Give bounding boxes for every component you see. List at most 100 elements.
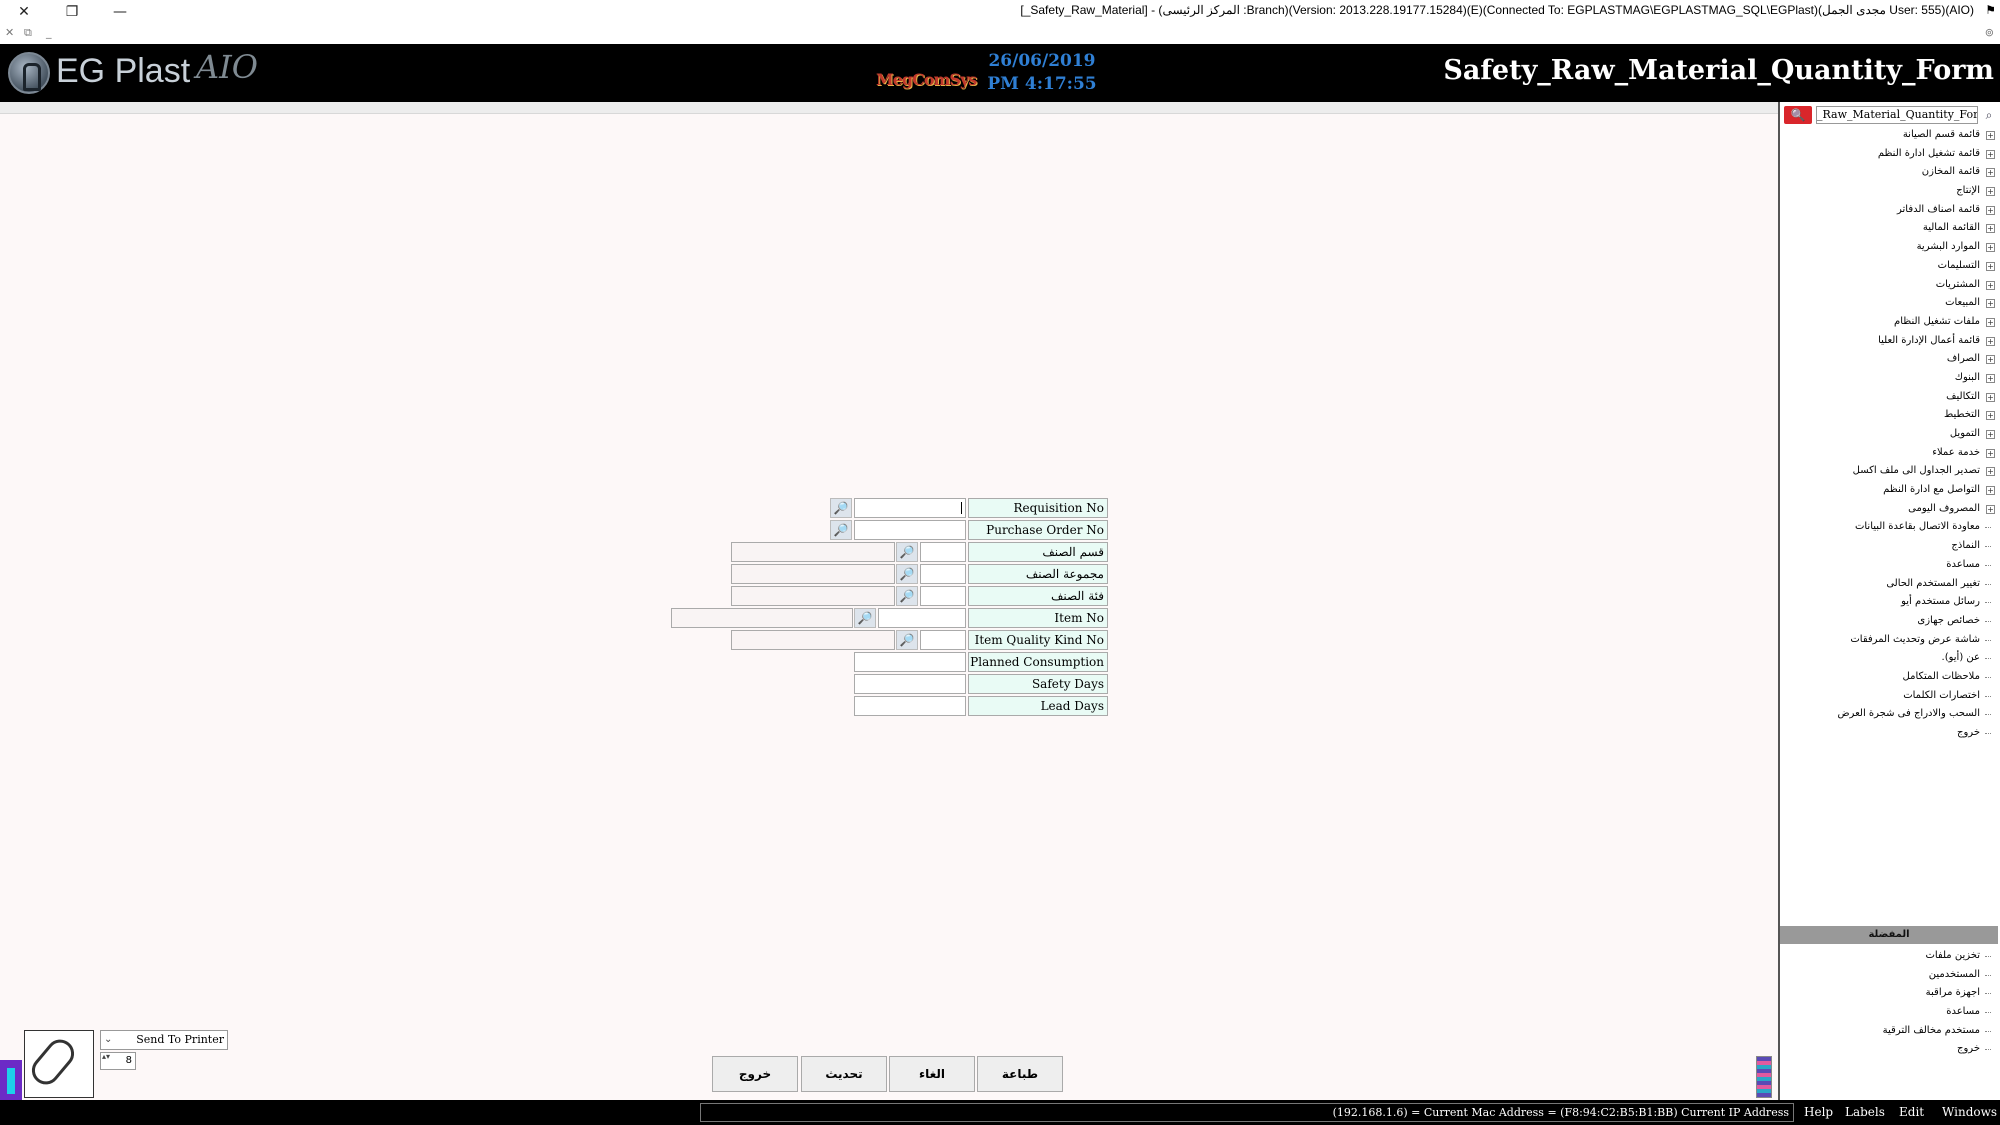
expand-icon[interactable]: +: [1986, 373, 1995, 383]
menu-tree-item[interactable]: + قائمة قسم الصيانة: [1780, 126, 1998, 145]
lead-days-input[interactable]: [854, 696, 966, 716]
print-button[interactable]: طباعة: [977, 1056, 1063, 1092]
item-group-lookup-icon[interactable]: 🔎: [896, 564, 918, 584]
menu-tree-item[interactable]: + المصروف اليومى: [1780, 500, 1998, 519]
expand-icon[interactable]: +: [1986, 131, 1995, 140]
menu-tree-item[interactable]: + التمويل: [1780, 425, 1998, 444]
requisition-no-input[interactable]: [854, 498, 966, 518]
menu-tree-item[interactable]: + قائمة أعمال الإدارة العليا: [1780, 332, 1998, 351]
favorite-item[interactable]: المستخدمين: [1780, 966, 1998, 985]
menu-tree-item[interactable]: + الموارد البشرية: [1780, 238, 1998, 257]
search-button[interactable]: 🔍: [1784, 106, 1812, 124]
menu-tree-item[interactable]: + ملفات تشغيل النظام: [1780, 313, 1998, 332]
item-section-lookup-icon[interactable]: 🔎: [896, 542, 918, 562]
menu-help[interactable]: Help: [1804, 1105, 1833, 1119]
expand-icon[interactable]: +: [1986, 411, 1995, 421]
expand-icon[interactable]: +: [1986, 224, 1995, 234]
item-no-input[interactable]: [878, 608, 966, 628]
menu-tree-item[interactable]: مساعدة: [1780, 556, 1998, 575]
menu-tree-item[interactable]: + قائمة المخازن: [1780, 163, 1998, 182]
restore-window-button[interactable]: ❐: [60, 2, 84, 22]
purchase-order-lookup-icon[interactable]: 🔎: [830, 520, 852, 540]
favorite-item[interactable]: تخزين ملفات: [1780, 947, 1998, 966]
expand-icon[interactable]: +: [1986, 149, 1995, 159]
menu-tree-item[interactable]: رسائل مستخدم أيو: [1780, 593, 1998, 612]
item-category-name-input[interactable]: [731, 586, 895, 606]
menu-search-input[interactable]: _Raw_Material_Quantity_Form: [1816, 106, 1978, 124]
menu-tree-item[interactable]: + التسليمات: [1780, 257, 1998, 276]
spinner-icon[interactable]: ▴▾: [102, 1053, 110, 1061]
close-window-button[interactable]: ✕: [12, 2, 36, 22]
expand-icon[interactable]: +: [1986, 243, 1995, 253]
item-section-name-input[interactable]: [731, 542, 895, 562]
menu-labels[interactable]: Labels: [1845, 1105, 1885, 1119]
item-name-input[interactable]: [671, 608, 853, 628]
item-category-code-input[interactable]: [920, 586, 966, 606]
requisition-lookup-icon[interactable]: 🔎: [830, 498, 852, 518]
cancel-button[interactable]: الغاء: [889, 1056, 975, 1092]
item-quality-kind-name-input[interactable]: [731, 630, 895, 650]
menu-tree-item[interactable]: + التخطيط: [1780, 406, 1998, 425]
favorite-item[interactable]: مستخدم مخالف الترقية: [1780, 1022, 1998, 1041]
menu-tree-item[interactable]: + الإنتاج: [1780, 182, 1998, 201]
mdi-extra-icon[interactable]: ⊚: [1985, 26, 1994, 39]
menu-tree-item[interactable]: + القائمة المالية: [1780, 219, 1998, 238]
favorite-item[interactable]: خروج: [1780, 1040, 1998, 1059]
expand-icon[interactable]: +: [1986, 336, 1995, 346]
expand-icon[interactable]: +: [1986, 299, 1995, 309]
expand-icon[interactable]: +: [1986, 205, 1995, 215]
printer-select[interactable]: ⌄ Send To Printer: [100, 1030, 228, 1050]
menu-windows[interactable]: Windows: [1942, 1105, 1997, 1119]
menu-tree-item[interactable]: + التكاليف: [1780, 388, 1998, 407]
copies-stepper[interactable]: ▴▾ 8: [100, 1052, 136, 1070]
expand-icon[interactable]: +: [1986, 448, 1995, 458]
expand-icon[interactable]: +: [1986, 430, 1995, 439]
expand-icon[interactable]: +: [1986, 486, 1995, 496]
purchase-order-no-input[interactable]: [854, 520, 966, 540]
search-icon[interactable]: ⌕: [1980, 106, 1998, 124]
menu-tree-item[interactable]: اختصارات الكلمات: [1780, 687, 1998, 706]
menu-tree-item[interactable]: خصائص جهازى: [1780, 612, 1998, 631]
expand-icon[interactable]: +: [1986, 317, 1995, 327]
expand-icon[interactable]: +: [1986, 261, 1995, 271]
mdi-restore-button[interactable]: ⧉: [24, 26, 32, 40]
mdi-minimize-button[interactable]: _: [46, 26, 52, 39]
menu-tree-item[interactable]: + المشتريات: [1780, 276, 1998, 295]
expand-icon[interactable]: +: [1986, 187, 1995, 197]
planned-consumption-input[interactable]: [854, 652, 966, 672]
menu-tree-item[interactable]: تغيير المستخدم الحالى: [1780, 575, 1998, 594]
menu-tree-item[interactable]: ملاحظات المتكامل: [1780, 668, 1998, 687]
menu-tree-item[interactable]: عن (أيو).: [1780, 649, 1998, 668]
menu-tree-item[interactable]: + قائمة تشغيل ادارة النظم: [1780, 145, 1998, 164]
expand-icon[interactable]: +: [1986, 168, 1995, 178]
menu-tree-item[interactable]: شاشة عرض وتحديث المرفقات: [1780, 631, 1998, 650]
minimize-window-button[interactable]: —: [108, 2, 132, 22]
chevron-down-icon[interactable]: ⌄: [104, 1031, 112, 1049]
menu-tree-item[interactable]: معاودة الاتصال بقاعدة البيانات: [1780, 518, 1998, 537]
expand-icon[interactable]: +: [1986, 504, 1995, 514]
menu-tree-item[interactable]: النماذج: [1780, 537, 1998, 556]
item-quality-kind-lookup-icon[interactable]: 🔎: [896, 630, 918, 650]
menu-tree-item[interactable]: + البنوك: [1780, 369, 1998, 388]
menu-edit[interactable]: Edit: [1899, 1105, 1924, 1119]
menu-tree-item[interactable]: + قائمة اصناف الدفاتر: [1780, 201, 1998, 220]
item-quality-kind-code-input[interactable]: [920, 630, 966, 650]
expand-icon[interactable]: +: [1986, 355, 1995, 365]
item-group-code-input[interactable]: [920, 564, 966, 584]
menu-tree-item[interactable]: السحب والادراج فى شجرة العرض: [1780, 705, 1998, 724]
attachment-button[interactable]: [24, 1030, 94, 1098]
favorite-item[interactable]: مساعدة: [1780, 1003, 1998, 1022]
item-group-name-input[interactable]: [731, 564, 895, 584]
item-section-code-input[interactable]: [920, 542, 966, 562]
item-no-lookup-icon[interactable]: 🔎: [854, 608, 876, 628]
favorite-item[interactable]: اجهزة مراقبة: [1780, 984, 1998, 1003]
color-stripe-icon[interactable]: [1756, 1056, 1772, 1098]
menu-tree-item[interactable]: خروج: [1780, 724, 1998, 743]
item-category-lookup-icon[interactable]: 🔎: [896, 586, 918, 606]
menu-tree-item[interactable]: + الصراف: [1780, 350, 1998, 369]
menu-tree-item[interactable]: + التواصل مع ادارة النظم: [1780, 481, 1998, 500]
safety-days-input[interactable]: [854, 674, 966, 694]
update-button[interactable]: تحديث: [801, 1056, 887, 1092]
expand-icon[interactable]: +: [1986, 392, 1995, 402]
menu-tree-item[interactable]: + تصدير الجداول الى ملف اكسل: [1780, 462, 1998, 481]
